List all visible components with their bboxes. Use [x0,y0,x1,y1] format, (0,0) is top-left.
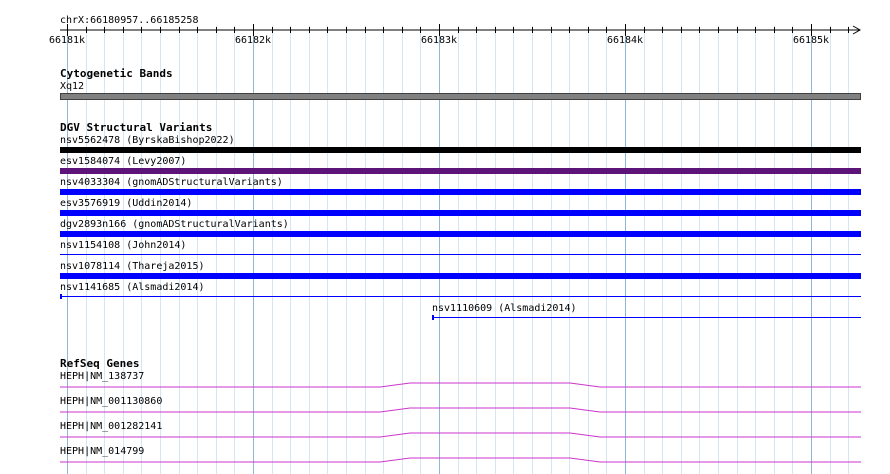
dgv-feature-bar[interactable] [60,168,861,174]
dgv-feature-bar[interactable] [60,147,861,153]
dgv-feature-bar[interactable] [60,189,861,195]
dgv-feature-label: nsv5562478 (ByrskaBishop2022) [60,135,235,146]
dgv-feature-label: dgv2893n166 (gnomADStructuralVariants) [60,219,289,230]
dgv-feature-label: nsv1154108 (John2014) [60,240,187,251]
dgv-feature-label: esv1584074 (Levy2007) [60,156,187,167]
ruler-tick-label: 66181k [48,35,86,46]
cytoband-label: Xq12 [60,81,85,92]
dgv-feature-endcap [60,294,62,299]
track-title-refseq: RefSeq Genes [60,357,140,370]
gene-feature[interactable] [60,455,862,465]
dgv-feature-bar[interactable] [432,317,861,318]
dgv-feature-label: nsv4033304 (gnomADStructuralVariants) [60,177,283,188]
ruler-tick-label: 66183k [420,35,458,46]
gene-feature[interactable] [60,380,862,390]
track-title-cytobands: Cytogenetic Bands [60,67,173,80]
dgv-feature-label: nsv1110609 (Alsmadi2014) [432,303,577,314]
dgv-feature-endcap [432,315,434,320]
gene-feature[interactable] [60,405,862,415]
track-title-dgv: DGV Structural Variants [60,121,213,134]
cytoband-feature[interactable] [60,93,861,100]
dgv-feature-bar[interactable] [60,210,861,216]
dgv-feature-label: esv3576919 (Uddin2014) [60,198,193,209]
dgv-feature-bar[interactable] [60,231,861,237]
dgv-feature-label: nsv1078114 (Thareja2015) [60,261,205,272]
dgv-feature-bar[interactable] [60,296,861,297]
dgv-feature-label: nsv1141685 (Alsmadi2014) [60,282,205,293]
ruler-axis [60,24,862,36]
ruler-tick-label: 66184k [606,35,644,46]
dgv-feature-bar[interactable] [60,254,861,255]
dgv-feature-bar[interactable] [60,273,861,279]
ruler-tick-label: 66182k [234,35,272,46]
gene-feature[interactable] [60,430,862,440]
ruler-tick-label: 66185k [792,35,830,46]
